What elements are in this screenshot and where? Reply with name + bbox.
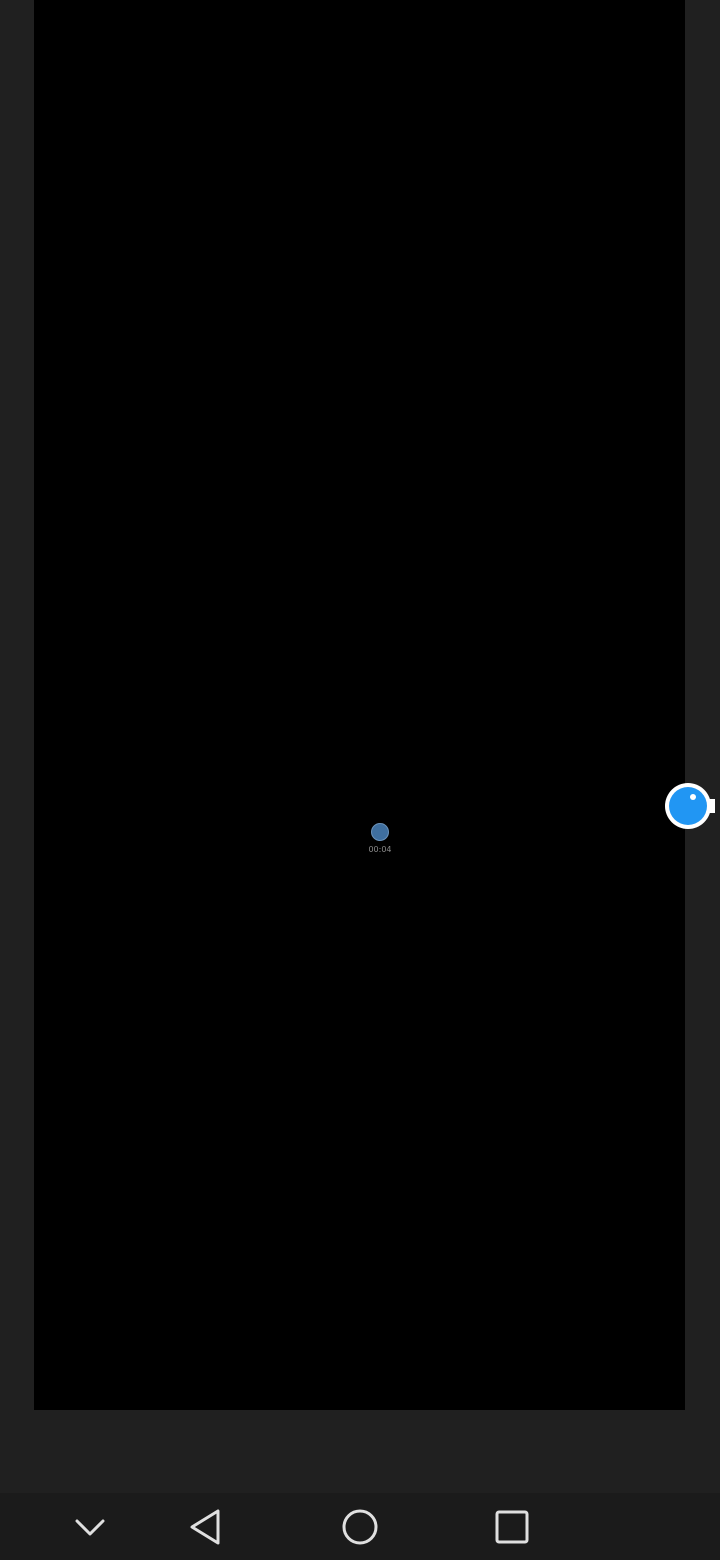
recording-dot-icon	[371, 823, 389, 841]
navigation-bar	[0, 1493, 720, 1560]
floating-record-bubble-icon[interactable]	[663, 781, 715, 833]
recording-timer: 00:04	[368, 845, 392, 854]
back-triangle-icon[interactable]	[184, 1505, 228, 1549]
recording-preview	[34, 0, 685, 1410]
chevron-down-icon[interactable]	[68, 1505, 112, 1549]
screen: 00:04	[0, 0, 720, 1560]
home-circle-icon[interactable]	[338, 1505, 382, 1549]
recents-square-icon[interactable]	[490, 1505, 534, 1549]
